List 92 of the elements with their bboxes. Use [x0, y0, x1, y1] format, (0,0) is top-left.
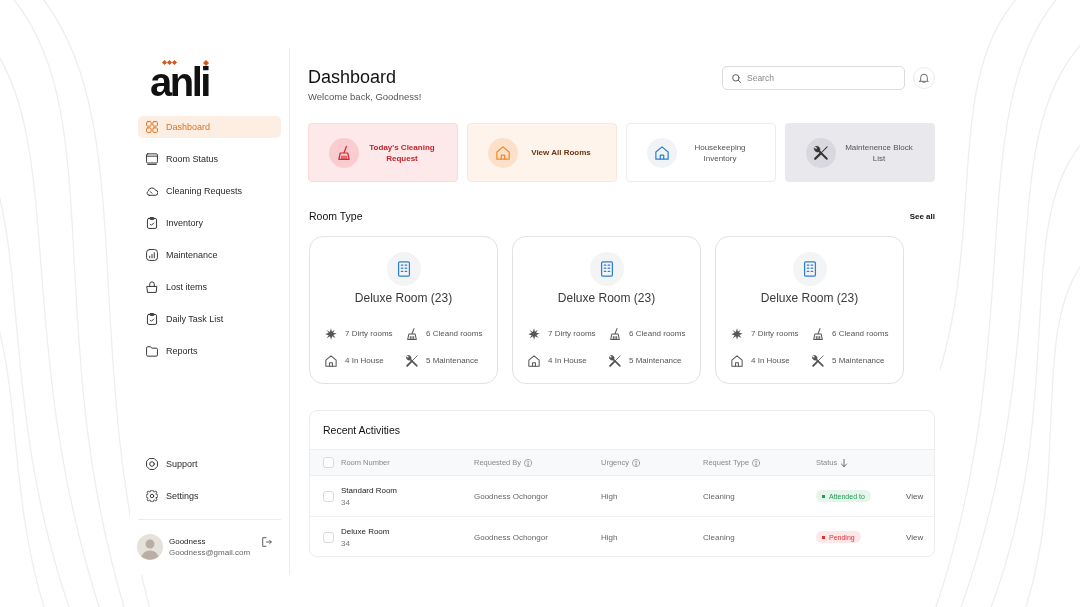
- room-number: 34: [341, 496, 350, 508]
- room-type-card[interactable]: Deluxe Room (23) 7 Dirty rooms 6 Cleand rooms 4 In House 5 Maintenance: [512, 236, 701, 384]
- nav-item[interactable]: Cleaning Requests: [138, 180, 281, 202]
- see-all-link[interactable]: See all: [909, 211, 935, 221]
- splat-icon: [528, 327, 540, 340]
- room-type-card[interactable]: Deluxe Room (23) 7 Dirty rooms 6 Cleand rooms 4 In House 5 Maintenance: [715, 236, 904, 384]
- grid-icon: [146, 121, 158, 133]
- room-stat-label: 6 Cleand rooms: [832, 329, 889, 338]
- quick-action-button[interactable]: View All Rooms: [467, 123, 617, 182]
- user-email: Goodness@gmail.com: [169, 546, 251, 558]
- splat-icon: [325, 327, 337, 340]
- quick-action-button[interactable]: Maintenence Block List: [785, 123, 935, 182]
- nav-item[interactable]: Inventory: [138, 212, 281, 234]
- room-stat-label: 7 Dirty rooms: [548, 329, 596, 338]
- nav-item[interactable]: Lost items: [138, 276, 281, 298]
- room-stat-label: 7 Dirty rooms: [751, 329, 799, 338]
- house-icon: [528, 354, 540, 367]
- room-name: Deluxe Room: [341, 525, 390, 538]
- search-icon: [732, 73, 741, 83]
- quick-action-button[interactable]: Today's Cleaning Request: [308, 123, 458, 182]
- building-icon: [589, 252, 624, 286]
- building-icon: [792, 252, 827, 286]
- chart-icon: [146, 249, 158, 261]
- room-number: 34: [341, 537, 350, 549]
- folder-icon: [146, 345, 158, 357]
- user-name: Goodness: [169, 535, 206, 547]
- room-stat-label: 5 Maintenance: [629, 356, 682, 365]
- building-icon: [386, 252, 421, 286]
- avatar-icon: [137, 533, 163, 560]
- diamond-icon: [203, 60, 209, 66]
- nav-item[interactable]: Maintenance: [138, 244, 281, 266]
- row-checkbox[interactable]: [323, 490, 334, 502]
- room-type-title: Deluxe Room (23): [760, 291, 859, 305]
- house-icon: [488, 137, 518, 168]
- room-name: Standard Room: [341, 484, 398, 497]
- monitor-icon: [146, 153, 158, 165]
- wrench-screwdriver-icon: [609, 354, 621, 367]
- cloud-icon: [146, 185, 158, 197]
- wrench-screwdriver-icon: [806, 137, 836, 168]
- room-stat-label: 6 Cleand rooms: [426, 329, 483, 338]
- nav-item[interactable]: Support: [138, 453, 281, 475]
- notifications-button[interactable]: [913, 67, 935, 89]
- table-cell: Cleaning: [703, 532, 735, 542]
- nav-item[interactable]: Settings: [138, 485, 281, 507]
- table-cell: High: [601, 532, 618, 542]
- table-cell: Goodness Ochongor: [474, 491, 548, 501]
- room-stat-label: 4 In House: [751, 356, 790, 365]
- house-icon: [647, 137, 677, 168]
- room-stat-label: 5 Maintenance: [426, 356, 479, 365]
- nav-item[interactable]: Reports: [138, 340, 281, 362]
- section-title: Room Type: [309, 209, 363, 223]
- search-field[interactable]: Search: [722, 66, 905, 90]
- ring-icon: [146, 458, 158, 470]
- page-title: Dashboard: [308, 66, 398, 88]
- welcome-text: Welcome back, Goodness!: [308, 91, 422, 103]
- broom-icon: [329, 137, 359, 168]
- nav-item[interactable]: Daily Task List: [138, 308, 281, 330]
- quick-action-button[interactable]: Housekeeping Inventory: [626, 123, 776, 182]
- bag-icon: [146, 281, 158, 293]
- splat-icon: [731, 327, 743, 340]
- logout-icon: [262, 536, 272, 547]
- settings-icon: [146, 490, 158, 502]
- room-stat-label: 4 In House: [548, 356, 587, 365]
- view-link[interactable]: View: [906, 491, 924, 501]
- clipboard-check-icon: [146, 217, 158, 229]
- nav-item[interactable]: Room Status: [138, 148, 281, 170]
- wrench-screwdriver-icon: [406, 354, 418, 367]
- house-icon: [731, 354, 743, 367]
- room-type-title: Deluxe Room (23): [557, 291, 656, 305]
- row-checkbox[interactable]: [323, 531, 334, 543]
- table-cell: Cleaning: [703, 491, 735, 501]
- broom-icon: [609, 327, 621, 340]
- house-icon: [325, 354, 337, 367]
- clipboard-check-icon: [146, 313, 158, 325]
- wrench-screwdriver-icon: [812, 354, 824, 367]
- broom-icon: [406, 327, 418, 340]
- broom-icon: [812, 327, 824, 340]
- table-cell: Goodness Ochongor: [474, 532, 548, 542]
- card-title: Recent Activities: [323, 423, 401, 437]
- view-link[interactable]: View: [906, 532, 924, 542]
- table-cell: High: [601, 491, 618, 501]
- room-stat-label: 5 Maintenance: [832, 356, 885, 365]
- logout-button[interactable]: [262, 536, 272, 547]
- select-all-checkbox[interactable]: [323, 457, 334, 468]
- brand-name: anli: [150, 66, 209, 98]
- room-stat-label: 4 In House: [345, 356, 384, 365]
- room-stat-label: 7 Dirty rooms: [345, 329, 393, 338]
- diamond-cluster-icon: [162, 60, 177, 65]
- room-type-title: Deluxe Room (23): [354, 291, 453, 305]
- room-stat-label: 6 Cleand rooms: [629, 329, 686, 338]
- room-type-card[interactable]: Deluxe Room (23) 7 Dirty rooms 6 Cleand rooms 4 In House 5 Maintenance: [309, 236, 498, 384]
- bell-icon: [919, 73, 929, 83]
